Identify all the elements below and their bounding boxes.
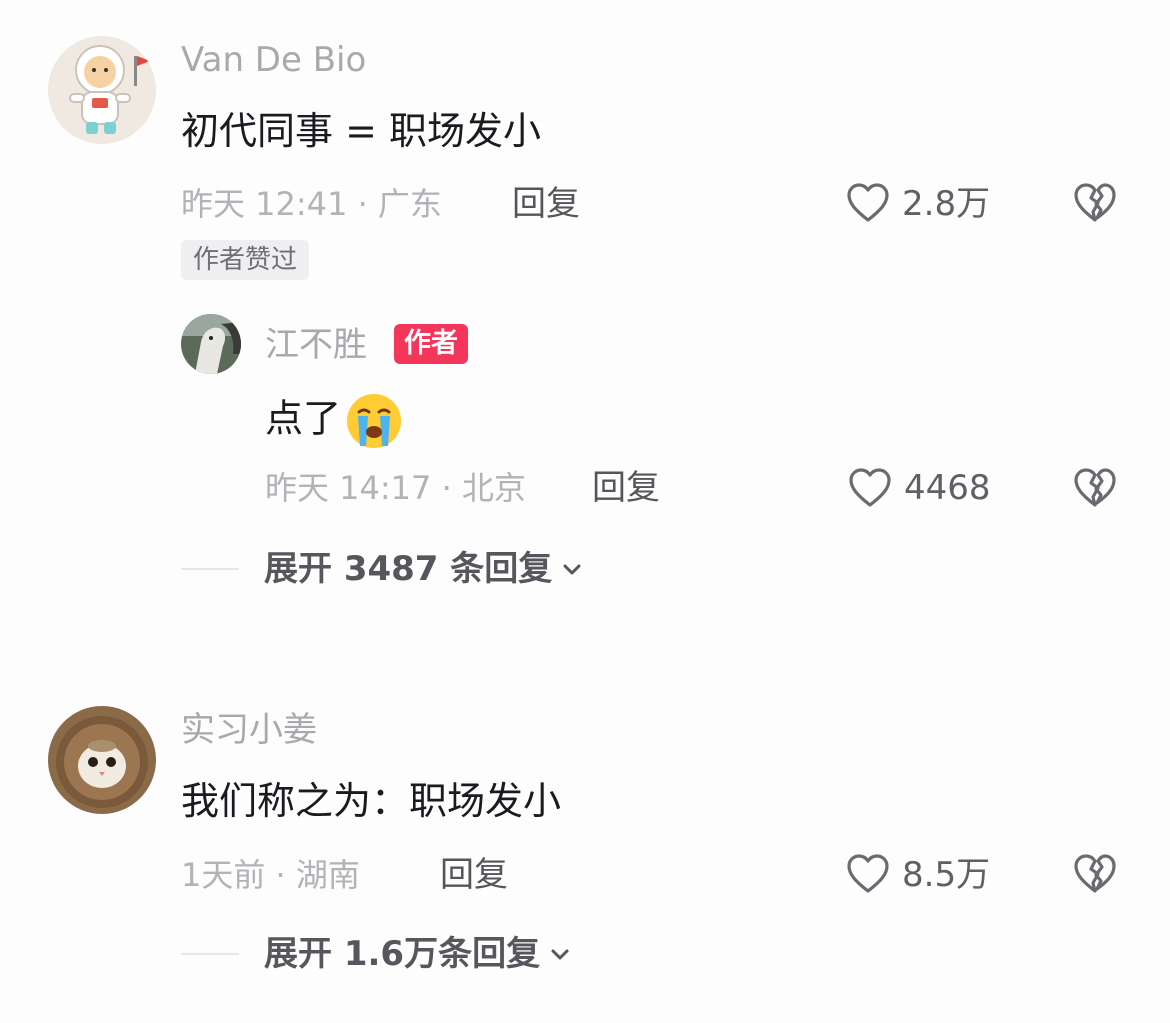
broken-heart-icon[interactable] (1072, 851, 1118, 901)
broken-heart-icon[interactable] (1072, 180, 1118, 230)
loudly-crying-face-icon (347, 394, 402, 448)
heart-outline-icon[interactable] (845, 180, 891, 230)
cat-astronaut-avatar-image (48, 36, 156, 144)
broken-heart-icon[interactable] (1072, 465, 1118, 515)
divider (181, 568, 239, 570)
like-count: 2.8万 (902, 184, 991, 224)
expand-replies-button[interactable]: 展开 3487 条回复 (264, 549, 584, 589)
reply-text-row: 点了 (265, 392, 403, 450)
expand-replies-label: 展开 1.6万条回复 (264, 934, 541, 974)
expand-replies-button[interactable]: 展开 1.6万条回复 (264, 934, 572, 974)
expand-replies-label: 展开 3487 条回复 (264, 549, 553, 589)
heart-outline-icon[interactable] (845, 851, 891, 901)
comment-time-location: 1天前 · 湖南 (181, 856, 360, 894)
heart-outline-icon[interactable] (847, 465, 893, 515)
chevron-down-icon (551, 949, 569, 960)
like-count: 8.5万 (902, 855, 991, 895)
username[interactable]: 实习小姜 (181, 710, 317, 750)
reply-button[interactable]: 回复 (512, 184, 580, 224)
lion-cat-avatar-image (48, 706, 156, 814)
avatar[interactable] (48, 36, 156, 144)
reply-username[interactable]: 江不胜 (265, 325, 367, 365)
avatar[interactable] (48, 706, 156, 814)
comment-text: 初代同事 = 职场发小 (181, 109, 541, 153)
reply-text: 点了 (265, 396, 342, 441)
avatar[interactable] (181, 314, 241, 374)
comment-text: 我们称之为：职场发小 (181, 779, 562, 823)
comment-time-location: 昨天 12:41 · 广东 (181, 185, 442, 223)
chevron-down-icon (563, 564, 581, 575)
divider (181, 953, 239, 955)
comment-list: Van De Bio 初代同事 = 职场发小 昨天 12:41 · 广东 回复 … (0, 0, 1170, 1023)
reply-time-location: 昨天 14:17 · 北京 (265, 469, 526, 507)
author-liked-badge: 作者赞过 (181, 240, 310, 280)
author-badge: 作者 (394, 324, 468, 364)
reply-button[interactable]: 回复 (592, 468, 660, 508)
username[interactable]: Van De Bio (181, 40, 366, 80)
like-count: 4468 (904, 468, 991, 508)
reply-button[interactable]: 回复 (440, 855, 508, 895)
horse-photo-avatar-image (181, 314, 241, 374)
